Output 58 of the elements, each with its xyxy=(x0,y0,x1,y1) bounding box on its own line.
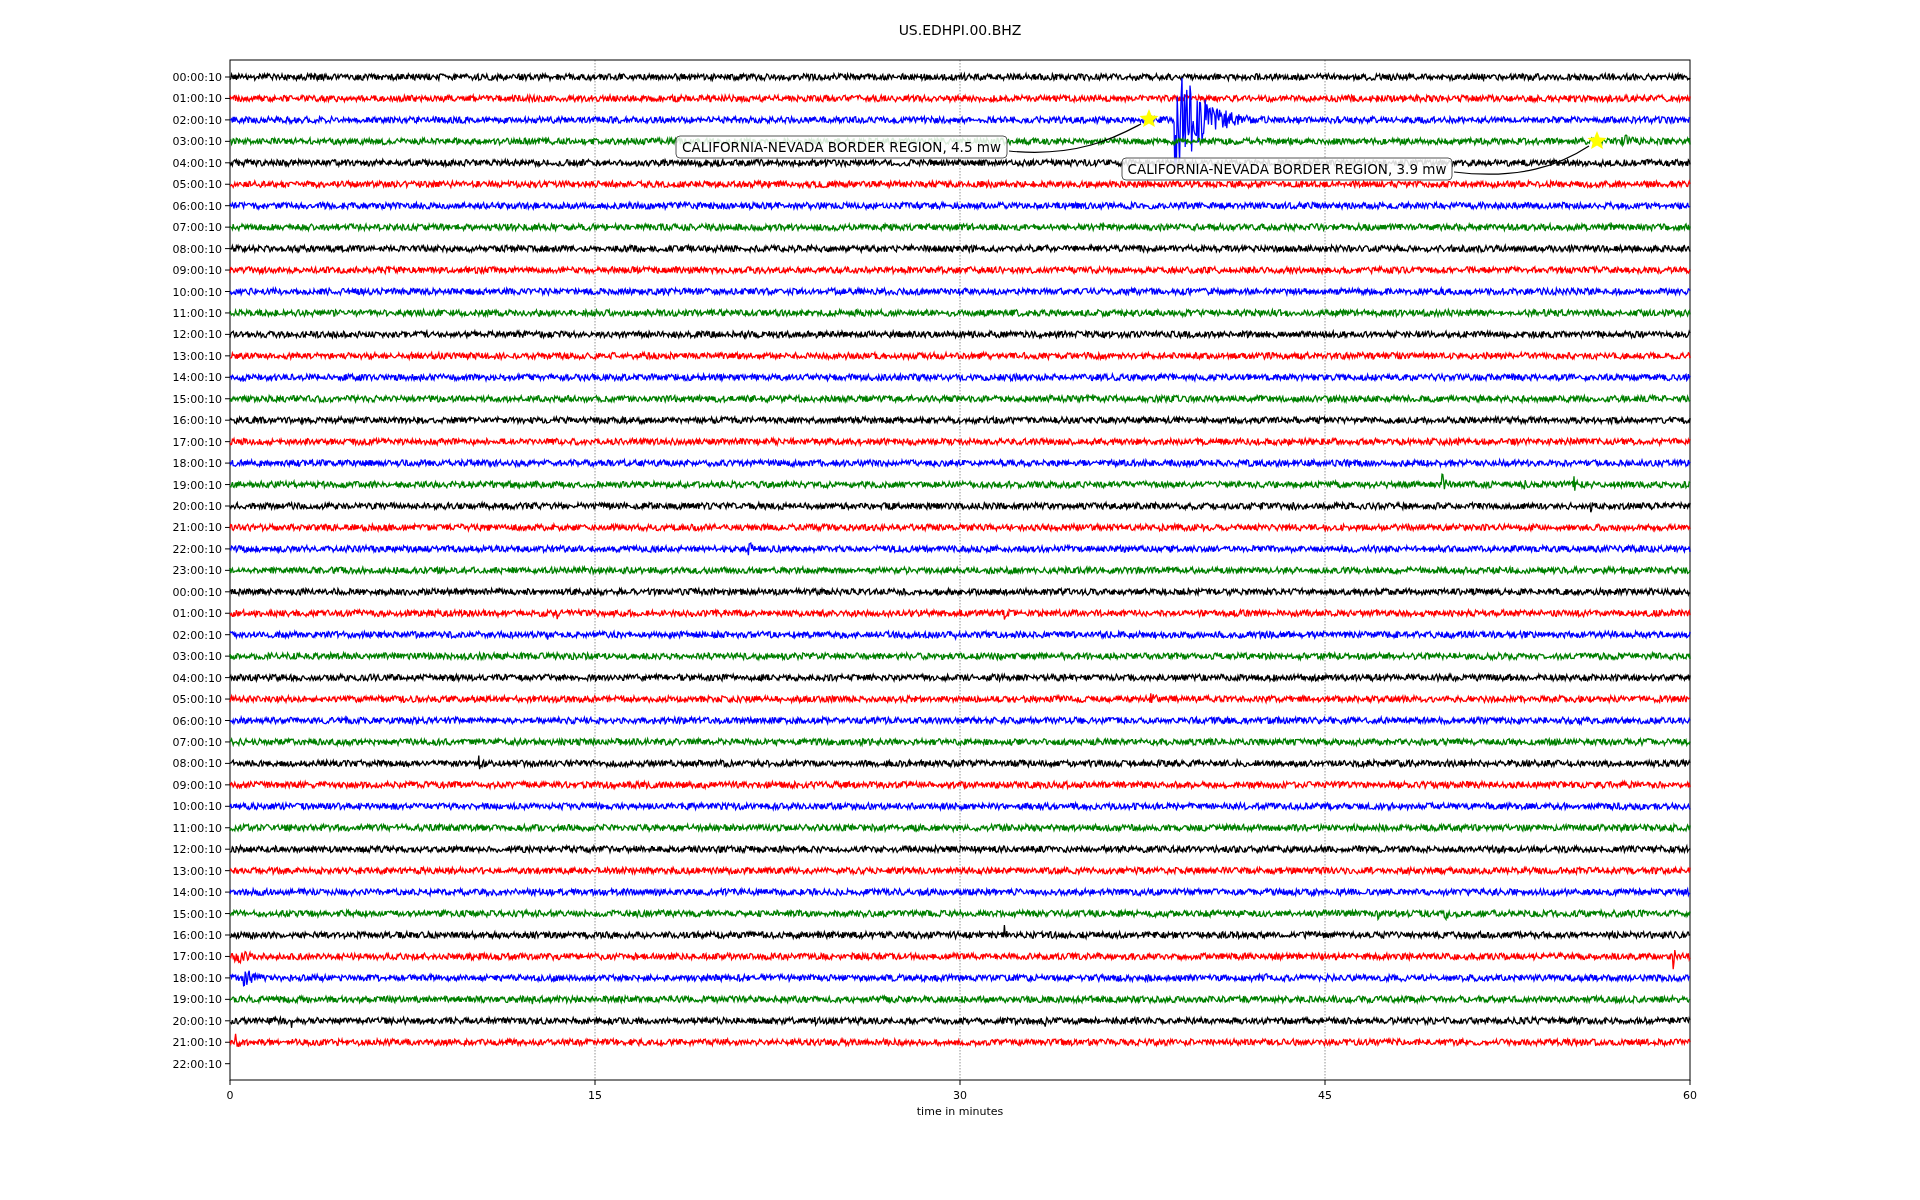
tick-label: 13:00:10 xyxy=(172,864,222,878)
tick-label: 30 xyxy=(953,1089,967,1102)
tick-label: 20:00:10 xyxy=(172,500,222,513)
tick-label: 05:00:10 xyxy=(172,178,222,192)
tick-label: 19:00:10 xyxy=(172,478,222,492)
star-icon xyxy=(1587,131,1607,150)
tick-label: 21:00:10 xyxy=(172,521,222,535)
tick-label: 08:00:10 xyxy=(172,757,222,771)
tick-label: 17:00:10 xyxy=(172,950,222,964)
tick-label: 22:00:10 xyxy=(172,542,222,556)
tick-label: 10:00:10 xyxy=(172,800,222,814)
tick-label: 22:00:10 xyxy=(172,1057,222,1071)
tick-label: 14:00:10 xyxy=(172,886,222,900)
tick-label: 04:00:10 xyxy=(172,156,222,170)
tick-label: 17:00:10 xyxy=(172,435,222,449)
tick-label: 02:00:10 xyxy=(172,628,222,642)
tick-label: 02:00:10 xyxy=(172,113,222,127)
tick-label: 20:00:10 xyxy=(172,1014,222,1028)
tick-label: 16:00:10 xyxy=(172,929,222,942)
axis-label: time in minutes xyxy=(916,1105,1004,1118)
tick-label: 00:00:10 xyxy=(172,585,222,599)
plot-title: US.EDHPI.00.BHZ xyxy=(898,22,1022,38)
tick-label: 00:00:10 xyxy=(172,71,222,84)
tick-label: 03:00:10 xyxy=(172,135,222,149)
tick-label: 12:00:10 xyxy=(172,328,222,342)
tick-label: 19:00:10 xyxy=(172,993,222,1007)
tick-label: 15:00:10 xyxy=(172,907,222,921)
tick-label: 14:00:10 xyxy=(172,371,222,385)
tick-label: 07:00:10 xyxy=(172,735,222,749)
tick-label: 04:00:10 xyxy=(172,671,222,685)
tick-label: 11:00:10 xyxy=(172,306,222,320)
tick-label: 16:00:10 xyxy=(172,414,222,428)
tick-label: 18:00:10 xyxy=(172,457,222,471)
tick-label: 45 xyxy=(1318,1089,1332,1102)
tick-label: 11:00:10 xyxy=(172,821,222,835)
tick-label: 0 xyxy=(226,1089,234,1102)
tick-label: 06:00:10 xyxy=(172,199,222,213)
tick-label: 60 xyxy=(1683,1089,1697,1102)
tick-label: 05:00:10 xyxy=(172,693,222,707)
tick-label: 21:00:10 xyxy=(172,1036,222,1050)
tick-label: 09:00:10 xyxy=(172,264,222,278)
tick-label: 23:00:10 xyxy=(172,564,222,578)
tick-label: 01:00:10 xyxy=(172,92,222,106)
annotation-label: CALIFORNIA-NEVADA BORDER REGION, 3.9 mw xyxy=(1121,157,1453,181)
tick-label: 13:00:10 xyxy=(172,349,222,363)
tick-label: 06:00:10 xyxy=(172,714,222,728)
star-icon xyxy=(1139,109,1159,128)
tick-label: 18:00:10 xyxy=(172,971,222,985)
tick-label: 15 xyxy=(588,1089,602,1102)
tick-label: 12:00:10 xyxy=(172,843,222,857)
tick-label: 07:00:10 xyxy=(172,221,222,235)
tick-label: 08:00:10 xyxy=(172,242,222,256)
tick-label: 01:00:10 xyxy=(172,607,222,621)
annotation-label: CALIFORNIA-NEVADA BORDER REGION, 4.5 mw xyxy=(675,135,1008,159)
tick-label: 10:00:10 xyxy=(172,285,222,299)
tick-label: 03:00:10 xyxy=(172,650,222,664)
tick-label: 15:00:10 xyxy=(172,392,222,406)
tick-label: 09:00:10 xyxy=(172,778,222,792)
